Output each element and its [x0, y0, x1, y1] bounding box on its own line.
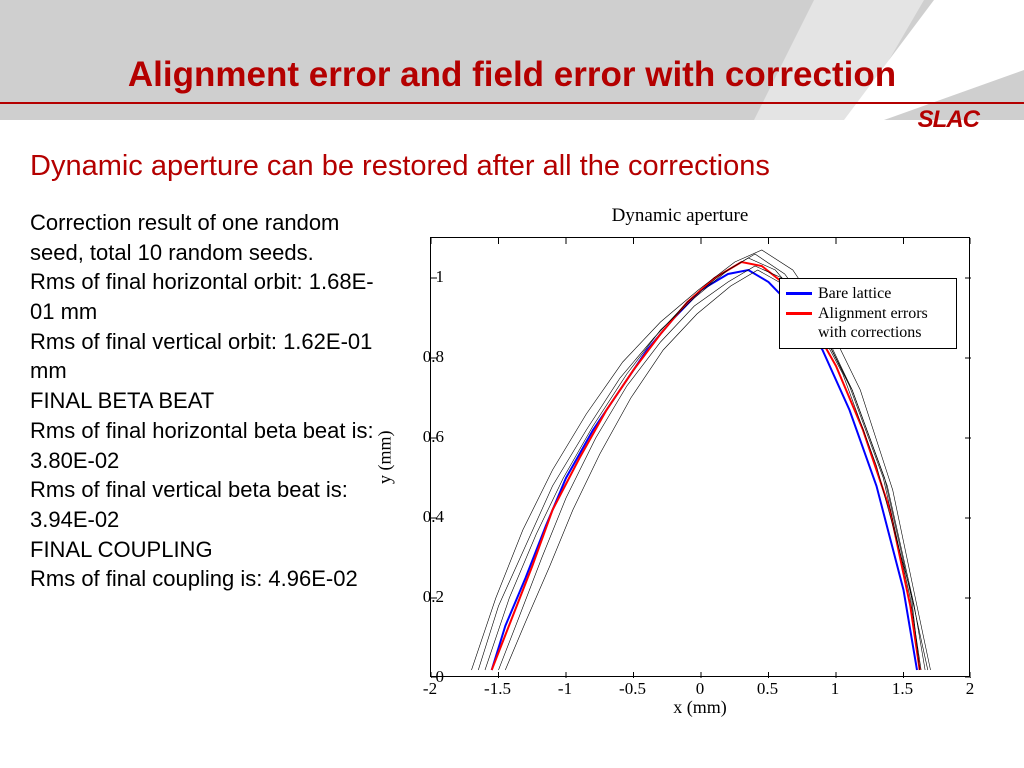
y-tick-label: 0.4 [394, 507, 444, 527]
body-line: Rms of final horizontal orbit: 1.68E-01 … [30, 267, 380, 326]
slac-logo: SLAC [918, 106, 979, 134]
x-tick-label: -2 [405, 679, 455, 699]
x-tick-label: 0.5 [743, 679, 793, 699]
x-tick-label: -1 [540, 679, 590, 699]
y-tick-label: 1 [394, 267, 444, 287]
x-axis-label: x (mm) [430, 697, 970, 718]
x-tick-label: 2 [945, 679, 995, 699]
body-line: Correction result of one random seed, to… [30, 208, 380, 267]
slide-title: Alignment error and field error with cor… [0, 55, 1024, 95]
y-axis-label: y (mm) [370, 237, 400, 677]
y-tick-label: 0.8 [394, 347, 444, 367]
plot-area: Bare lattice Alignment errors with corre… [430, 237, 970, 677]
x-tick-label: 0 [675, 679, 725, 699]
body-line: Rms of final horizontal beta beat is: 3.… [30, 416, 380, 475]
body-text: Correction result of one random seed, to… [30, 208, 380, 594]
title-underline [0, 102, 1024, 104]
x-tick-label: -1.5 [473, 679, 523, 699]
dynamic-aperture-chart: Dynamic aperture y (mm) x (mm) Bare latt… [370, 205, 990, 725]
legend-swatch [786, 312, 812, 315]
x-tick-label: 1.5 [878, 679, 928, 699]
legend-entry: Alignment errors with corrections [786, 304, 950, 342]
legend: Bare lattice Alignment errors with corre… [779, 278, 957, 349]
body-line: Rms of final vertical beta beat is: 3.94… [30, 475, 380, 534]
legend-label: Alignment errors with corrections [818, 304, 950, 342]
body-line: FINAL BETA BEAT [30, 386, 380, 416]
legend-entry: Bare lattice [786, 284, 950, 303]
y-tick-label: 0.6 [394, 427, 444, 447]
chart-title: Dynamic aperture [370, 205, 990, 227]
y-tick-label: 0.2 [394, 587, 444, 607]
body-line: Rms of final vertical orbit: 1.62E-01 mm [30, 327, 380, 386]
x-tick-label: -0.5 [608, 679, 658, 699]
legend-swatch [786, 292, 812, 295]
x-tick-label: 1 [810, 679, 860, 699]
body-line: FINAL COUPLING [30, 535, 380, 565]
body-line: Rms of final coupling is: 4.96E-02 [30, 564, 380, 594]
legend-label: Bare lattice [818, 284, 891, 303]
slide-subtitle: Dynamic aperture can be restored after a… [30, 150, 1014, 183]
